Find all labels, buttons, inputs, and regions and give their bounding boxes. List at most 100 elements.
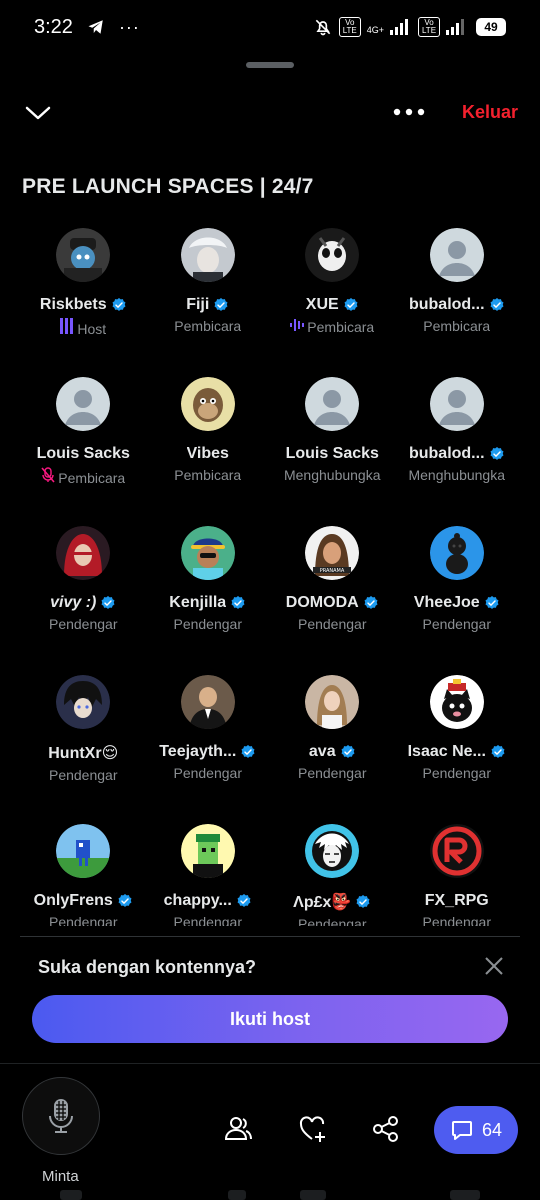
participant-name: HuntXr😌 <box>48 745 119 762</box>
participant-name: Λp£x👺 <box>293 894 352 911</box>
participant-card[interactable]: Isaac Ne... Pendengar <box>395 667 520 816</box>
participant-card[interactable]: Vibes Pembicara <box>146 369 271 518</box>
participant-role-row: Pembicara <box>174 467 241 483</box>
participants-scroll-area[interactable]: Riskbets Host Fiji Pembicara XUE Pembicara bub… <box>0 220 540 926</box>
verified-badge-icon <box>340 744 356 760</box>
participant-role: Pendengar <box>48 914 118 926</box>
comments-button[interactable]: 64 <box>434 1106 518 1154</box>
participant-name-row: bubalod... <box>409 445 505 463</box>
avatar[interactable] <box>429 377 484 431</box>
network-type: 4G+ <box>366 25 384 35</box>
more-dots-icon <box>393 108 425 116</box>
avatar[interactable] <box>180 377 235 431</box>
participant-name-row: Fiji <box>186 296 229 314</box>
participant-name-row: Kenjilla <box>169 594 246 612</box>
status-bar: 3:22 ··· Vo LTE 4G+ Vo LTE 49 <box>0 0 540 54</box>
avatar[interactable] <box>429 824 484 878</box>
participant-name-row: Vibes <box>187 445 229 463</box>
participant-card[interactable]: Kenjilla Pendengar <box>146 518 271 667</box>
participant-role: Pendengar <box>422 616 491 632</box>
avatar[interactable] <box>429 228 484 282</box>
participant-card[interactable]: bubalod... Menghubungka <box>395 369 520 518</box>
participant-role-row: Pendengar <box>422 914 491 926</box>
participant-role-row: Pembicara <box>174 318 241 334</box>
participant-card[interactable]: Louis Sacks Menghubungka <box>270 369 395 518</box>
avatar[interactable] <box>180 824 235 878</box>
avatar[interactable] <box>56 675 111 729</box>
participant-card[interactable]: Louis Sacks Pembicara <box>21 369 146 518</box>
request-mic-label: Minta <box>42 1168 79 1185</box>
participant-card[interactable]: PRANAMA DOMODA Pendengar <box>270 518 395 667</box>
peek-mark-1 <box>60 1190 82 1200</box>
peek-mark-3 <box>300 1190 326 1200</box>
avatar[interactable] <box>56 824 111 878</box>
participant-name: Riskbets <box>39 296 107 313</box>
participant-name: DOMODA <box>285 594 359 611</box>
verified-badge-icon <box>236 893 252 909</box>
dismiss-follow-button[interactable] <box>484 956 504 976</box>
participant-card[interactable]: Teejayth... Pendengar <box>146 667 271 816</box>
avatar[interactable] <box>305 675 360 729</box>
participant-role: Pendengar <box>173 765 242 781</box>
request-mic-button[interactable] <box>22 1077 100 1155</box>
sheet-drag-handle[interactable] <box>246 62 294 68</box>
participant-card[interactable]: VheeJoe Pendengar <box>395 518 520 667</box>
participant-role: Pembicara <box>174 467 242 483</box>
avatar[interactable] <box>56 526 111 580</box>
avatar[interactable] <box>180 228 235 282</box>
collapse-button[interactable] <box>24 100 52 126</box>
participant-card[interactable]: FX_RPG Pendengar <box>395 816 520 926</box>
share-button[interactable] <box>371 1114 401 1144</box>
avatar[interactable]: PRANAMA <box>305 526 360 580</box>
follow-host-button[interactable]: Ikuti host <box>32 995 508 1043</box>
verified-badge-icon <box>230 595 246 611</box>
participant-role-row: Pendengar <box>422 616 491 632</box>
avatar[interactable] <box>305 228 360 282</box>
participant-role-row: Pendengar <box>173 765 242 781</box>
volte-badge-2: Vo LTE <box>418 17 440 37</box>
more-options-button[interactable] <box>392 102 428 122</box>
participant-card[interactable]: HuntXr😌 Pendengar <box>21 667 146 816</box>
participant-role: Host <box>77 320 107 337</box>
more-notifications-icon: ··· <box>118 16 140 37</box>
participant-name: Fiji <box>186 296 210 313</box>
divider <box>20 936 520 937</box>
verified-badge-icon <box>111 297 127 313</box>
leave-button[interactable]: Keluar <box>462 102 518 123</box>
verified-badge-icon <box>489 297 505 313</box>
mute-icon <box>315 19 330 36</box>
participant-name-row: vivy :) <box>50 594 116 612</box>
participant-card[interactable]: XUE Pembicara <box>270 220 395 369</box>
participant-name-row: Isaac Ne... <box>408 743 506 761</box>
participant-name: ava <box>308 743 336 760</box>
verified-badge-icon <box>343 297 359 313</box>
avatar[interactable] <box>305 377 360 431</box>
participant-card[interactable]: Λp£x👺 Pendengar <box>270 816 395 926</box>
avatar[interactable] <box>180 526 235 580</box>
avatar[interactable] <box>56 377 111 431</box>
participant-name: Isaac Ne... <box>407 743 486 760</box>
verified-badge-icon <box>490 744 506 760</box>
participant-role: Pendengar <box>422 765 491 781</box>
verified-badge-icon <box>489 446 505 462</box>
participant-role: Pembicara <box>423 318 491 334</box>
avatar[interactable] <box>56 228 111 282</box>
participant-name: Vibes <box>186 445 229 462</box>
participant-card[interactable]: chappy... Pendengar <box>146 816 271 926</box>
avatar[interactable] <box>305 824 360 878</box>
participant-card[interactable]: ava Pendengar <box>270 667 395 816</box>
react-button[interactable] <box>298 1114 328 1144</box>
participant-card[interactable]: Fiji Pembicara <box>146 220 271 369</box>
participant-card[interactable]: Riskbets Host <box>21 220 146 369</box>
participant-card[interactable]: OnlyFrens Pendengar <box>21 816 146 926</box>
participant-role-row: Host <box>60 318 106 339</box>
peek-mark-4 <box>450 1190 480 1200</box>
participant-card[interactable]: vivy :) Pendengar <box>21 518 146 667</box>
avatar[interactable] <box>180 675 235 729</box>
participants-button[interactable] <box>223 1114 253 1144</box>
participant-name-row: HuntXr😌 <box>48 743 118 763</box>
host-bars-icon <box>60 318 74 339</box>
participant-card[interactable]: bubalod... Pembicara <box>395 220 520 369</box>
avatar[interactable] <box>429 526 484 580</box>
avatar[interactable] <box>429 675 484 729</box>
